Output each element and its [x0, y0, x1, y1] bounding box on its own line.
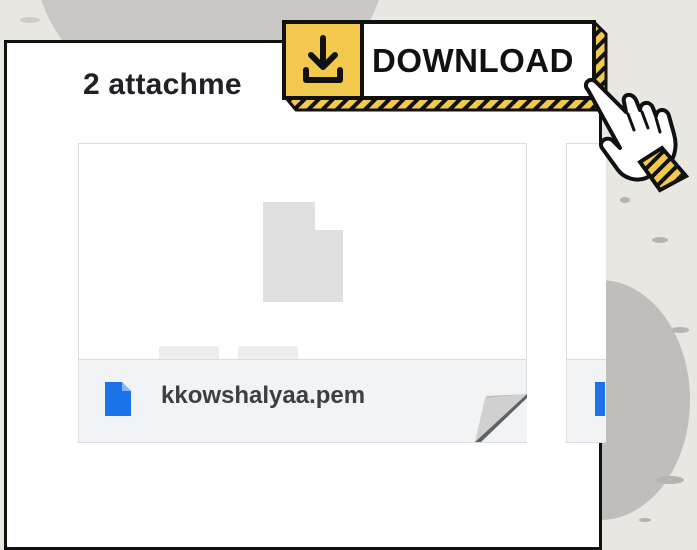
attachment-filename: kkowshalyaa.pem	[161, 382, 366, 409]
download-label[interactable]: DOWNLOAD	[372, 42, 574, 80]
attachment-card[interactable]: kkowshalyaa.pem	[78, 143, 527, 443]
google-doc-file-icon	[595, 382, 605, 416]
attachment-preview[interactable]	[79, 144, 526, 406]
attachment-footer[interactable]: kkowshalyaa.pem	[79, 359, 527, 442]
blank-file-icon	[263, 202, 343, 302]
google-doc-file-icon	[105, 382, 131, 416]
attachments-heading: 2 attachme	[83, 68, 242, 101]
pointing-hand-icon	[583, 77, 690, 193]
page-curl-icon	[475, 394, 527, 442]
attachment-footer-second[interactable]	[567, 359, 606, 442]
